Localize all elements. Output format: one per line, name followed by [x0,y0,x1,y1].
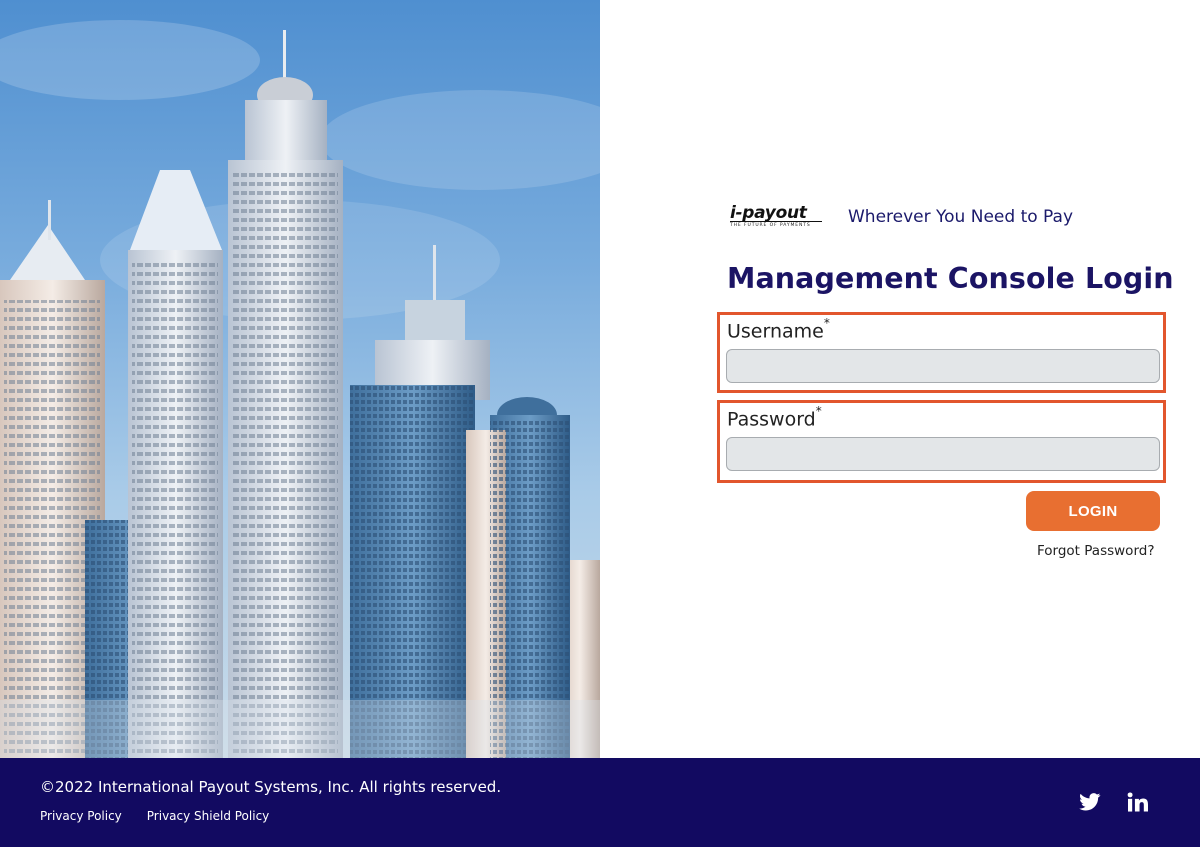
logo-underline [730,221,822,222]
copyright-text: ©2022 International Payout Systems, Inc.… [40,778,502,796]
required-asterisk: * [815,404,822,418]
linkedin-glyph [1127,792,1148,812]
logo-subtext: THE FUTURE OF PAYMENTS [730,223,811,228]
forgot-password-link[interactable]: Forgot Password? [1037,543,1155,559]
privacy-policy-link[interactable]: Privacy Policy [40,809,122,823]
login-button[interactable]: LOGIN [1026,491,1160,531]
brand-logo: i-payout THE FUTURE OF PAYMENTS [728,203,824,233]
username-label: Username* [727,316,830,343]
privacy-shield-policy-link[interactable]: Privacy Shield Policy [147,809,269,823]
footer: ©2022 International Payout Systems, Inc.… [0,758,1200,847]
skyline-illustration [0,20,600,758]
password-field-group: Password* [717,400,1166,483]
password-input[interactable] [726,437,1160,471]
twitter-bird-glyph [1079,793,1101,811]
username-label-text: Username [727,320,824,343]
ipayout-logo: i-payout THE FUTURE OF PAYMENTS [728,203,824,233]
password-label-text: Password [727,408,816,431]
username-input[interactable] [726,349,1160,383]
page-title: Management Console Login [727,262,1174,295]
logo-wordmark: i-payout [730,203,807,223]
required-asterisk: * [823,316,830,330]
twitter-icon[interactable] [1078,790,1102,814]
brand-tagline: Wherever You Need to Pay [848,207,1074,227]
linkedin-icon[interactable] [1126,790,1150,814]
password-label: Password* [727,404,822,431]
username-field-group: Username* [717,312,1166,393]
skyline-hero-image [0,0,600,758]
footer-links: Privacy Policy Privacy Shield Policy [40,809,269,823]
